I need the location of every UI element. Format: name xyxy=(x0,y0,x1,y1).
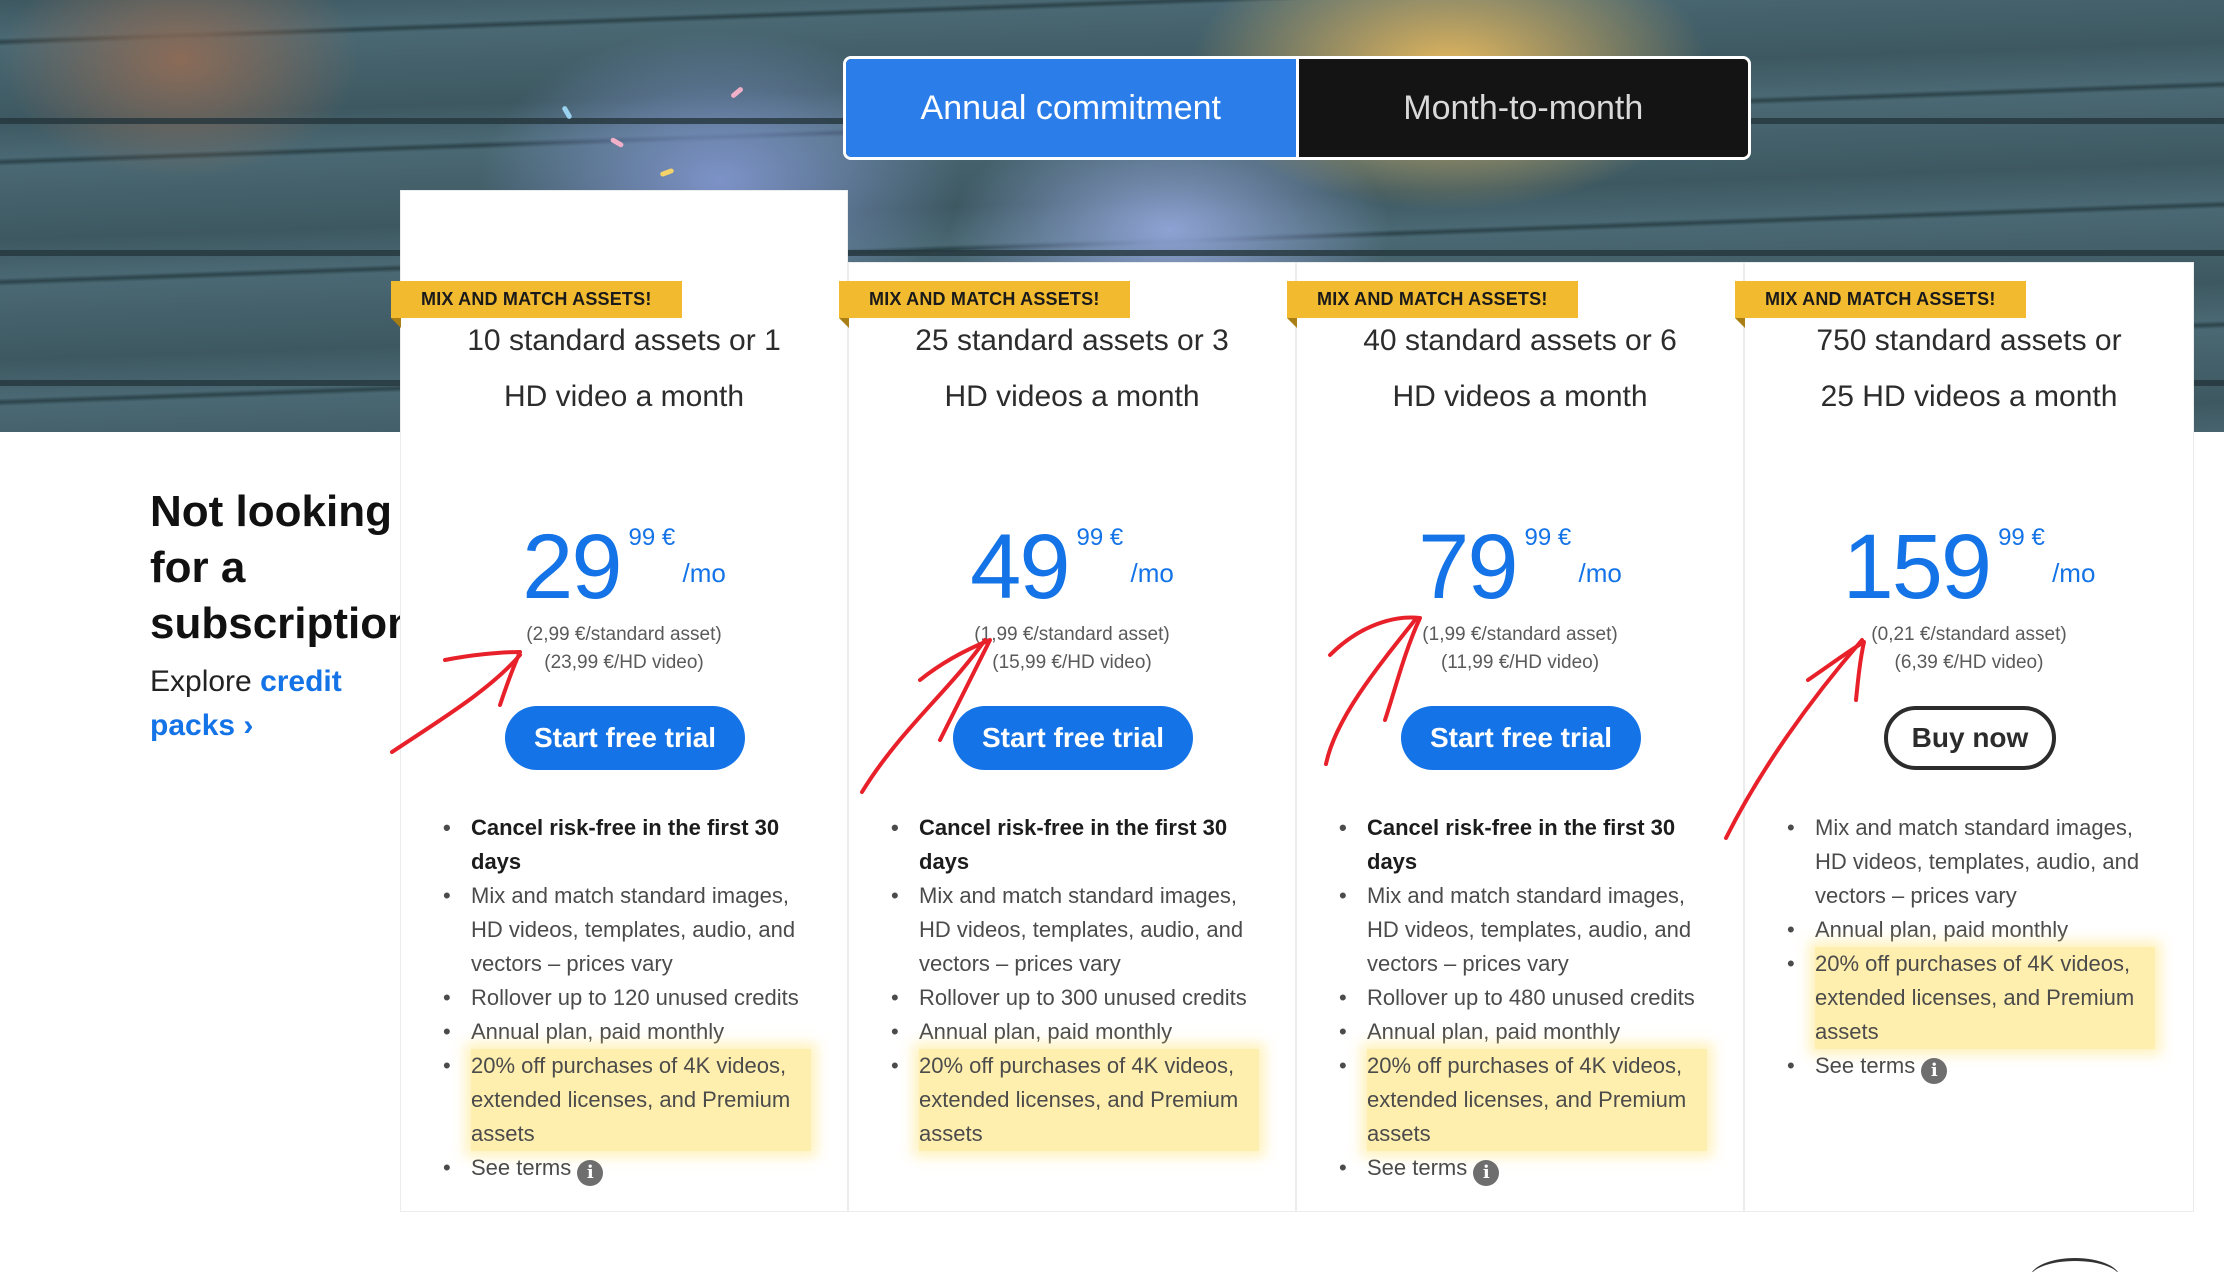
price-whole: 49 xyxy=(970,516,1070,618)
buy-now-button[interactable]: Buy now xyxy=(1884,706,2056,770)
price-per-video: (23,99 €/HD video) xyxy=(544,652,704,673)
plan-title: 10 standard assets or 1 HD video a month xyxy=(467,324,781,413)
see-terms-link[interactable]: See terms xyxy=(471,1155,571,1180)
credit-packs-promo: Not looking for a subscription? Explore … xyxy=(150,484,441,748)
feature-item: Mix and match standard images, HD videos… xyxy=(891,879,1259,981)
annual-commitment-tab[interactable]: Annual commitment xyxy=(846,59,1299,157)
price-whole: 159 xyxy=(1842,516,1992,618)
info-icon[interactable]: i xyxy=(577,1160,604,1186)
feature-list: Cancel risk-free in the first 30 days Mi… xyxy=(891,811,1259,1151)
see-terms-item: See termsi xyxy=(1787,1049,2155,1084)
feature-item: Annual plan, paid monthly xyxy=(443,1015,811,1049)
promo-heading: Not looking for a subscription? xyxy=(150,487,441,648)
feature-item: Rollover up to 300 unused credits xyxy=(891,981,1259,1015)
price-whole: 29 xyxy=(522,516,622,618)
price-period: /mo xyxy=(1130,558,1174,588)
feature-item: Annual plan, paid monthly xyxy=(1339,1015,1707,1049)
feature-item: Mix and match standard images, HD videos… xyxy=(443,879,811,981)
plan-card-750: MIX AND MATCH ASSETS! 750 standard asset… xyxy=(1735,262,2194,1212)
price-per-asset: (2,99 €/standard asset) xyxy=(526,624,722,645)
feature-item: Mix and match standard images, HD videos… xyxy=(1787,811,2155,913)
feature-list: Mix and match standard images, HD videos… xyxy=(1787,811,2155,1084)
feature-item-highlighted: 20% off purchases of 4K videos, extended… xyxy=(443,1049,811,1151)
price-per-asset: (1,99 €/standard asset) xyxy=(1422,624,1618,645)
price-per-video: (6,39 €/HD video) xyxy=(1894,652,2044,673)
feature-item: Cancel risk-free in the first 30 days xyxy=(1339,811,1707,879)
feature-item: Mix and match standard images, HD videos… xyxy=(1339,879,1707,981)
sprinkle-decoration xyxy=(730,86,744,99)
price-cents: 99 € xyxy=(1076,524,1124,551)
feature-item-highlighted: 20% off purchases of 4K videos, extended… xyxy=(891,1049,1259,1151)
price-per-asset: (1,99 €/standard asset) xyxy=(974,624,1170,645)
info-icon[interactable]: i xyxy=(1921,1058,1948,1084)
plan-price: 79 99 €/mo xyxy=(1297,521,1743,621)
price-period: /mo xyxy=(1578,558,1622,588)
info-icon[interactable]: i xyxy=(1473,1160,1500,1186)
price-period: /mo xyxy=(682,558,726,588)
feature-item-highlighted: 20% off purchases of 4K videos, extended… xyxy=(1339,1049,1707,1151)
month-to-month-tab[interactable]: Month-to-month xyxy=(1298,59,1748,157)
feature-list: Cancel risk-free in the first 30 days Mi… xyxy=(1339,811,1707,1186)
see-terms-item: See termsi xyxy=(443,1151,811,1186)
feature-item: Cancel risk-free in the first 30 days xyxy=(891,811,1259,879)
sprinkle-decoration xyxy=(609,136,625,149)
plan-card-25: MIX AND MATCH ASSETS! 25 standard assets… xyxy=(839,262,1296,1212)
feature-item: Annual plan, paid monthly xyxy=(891,1015,1259,1049)
feature-list: Cancel risk-free in the first 30 days Mi… xyxy=(443,811,811,1186)
feature-item: Rollover up to 480 unused credits xyxy=(1339,981,1707,1015)
price-per-asset: (0,21 €/standard asset) xyxy=(1871,624,2067,645)
see-terms-link[interactable]: See terms xyxy=(1367,1155,1467,1180)
plan-price: 159 99 €/mo xyxy=(1745,521,2193,621)
price-cents: 99 € xyxy=(1998,524,2045,551)
price-cents: 99 € xyxy=(628,524,676,551)
billing-toggle: Annual commitment Month-to-month xyxy=(843,56,1751,160)
see-terms-link[interactable]: See terms xyxy=(1815,1053,1915,1078)
see-terms-item: See termsi xyxy=(1339,1151,1707,1186)
price-cents: 99 € xyxy=(1524,524,1572,551)
feature-item: Rollover up to 120 unused credits xyxy=(443,981,811,1015)
start-free-trial-button[interactable]: Start free trial xyxy=(505,706,745,770)
wood-plank-divider xyxy=(0,250,2224,256)
price-period: /mo xyxy=(2052,558,2096,588)
sprinkle-decoration xyxy=(659,167,675,178)
price-per-video: (15,99 €/HD video) xyxy=(992,652,1152,673)
price-whole: 79 xyxy=(1418,516,1518,618)
plan-title: 25 standard assets or 3 HD videos a mont… xyxy=(915,324,1229,413)
plan-price: 49 99 €/mo xyxy=(849,521,1295,621)
plan-title: 40 standard assets or 6 HD videos a mont… xyxy=(1363,324,1677,413)
price-per-video: (11,99 €/HD video) xyxy=(1440,652,1600,673)
partial-circle-decoration xyxy=(2030,1258,2120,1272)
promo-explore-text: Explore xyxy=(150,665,261,698)
start-free-trial-button[interactable]: Start free trial xyxy=(1401,706,1641,770)
plan-price: 29 99 €/mo xyxy=(401,521,847,621)
feature-item: Cancel risk-free in the first 30 days xyxy=(443,811,811,879)
feature-item: Annual plan, paid monthly xyxy=(1787,913,2155,947)
plan-title: 750 standard assets or 25 HD videos a mo… xyxy=(1816,324,2122,413)
feature-item-highlighted: 20% off purchases of 4K videos, extended… xyxy=(1787,947,2155,1049)
start-free-trial-button[interactable]: Start free trial xyxy=(953,706,1193,770)
plan-card-40: MIX AND MATCH ASSETS! 40 standard assets… xyxy=(1287,262,1744,1212)
promo-text: Explore credit packs › xyxy=(150,660,420,748)
plan-card-10: MIX AND MATCH ASSETS! 10 standard assets… xyxy=(391,190,848,1212)
